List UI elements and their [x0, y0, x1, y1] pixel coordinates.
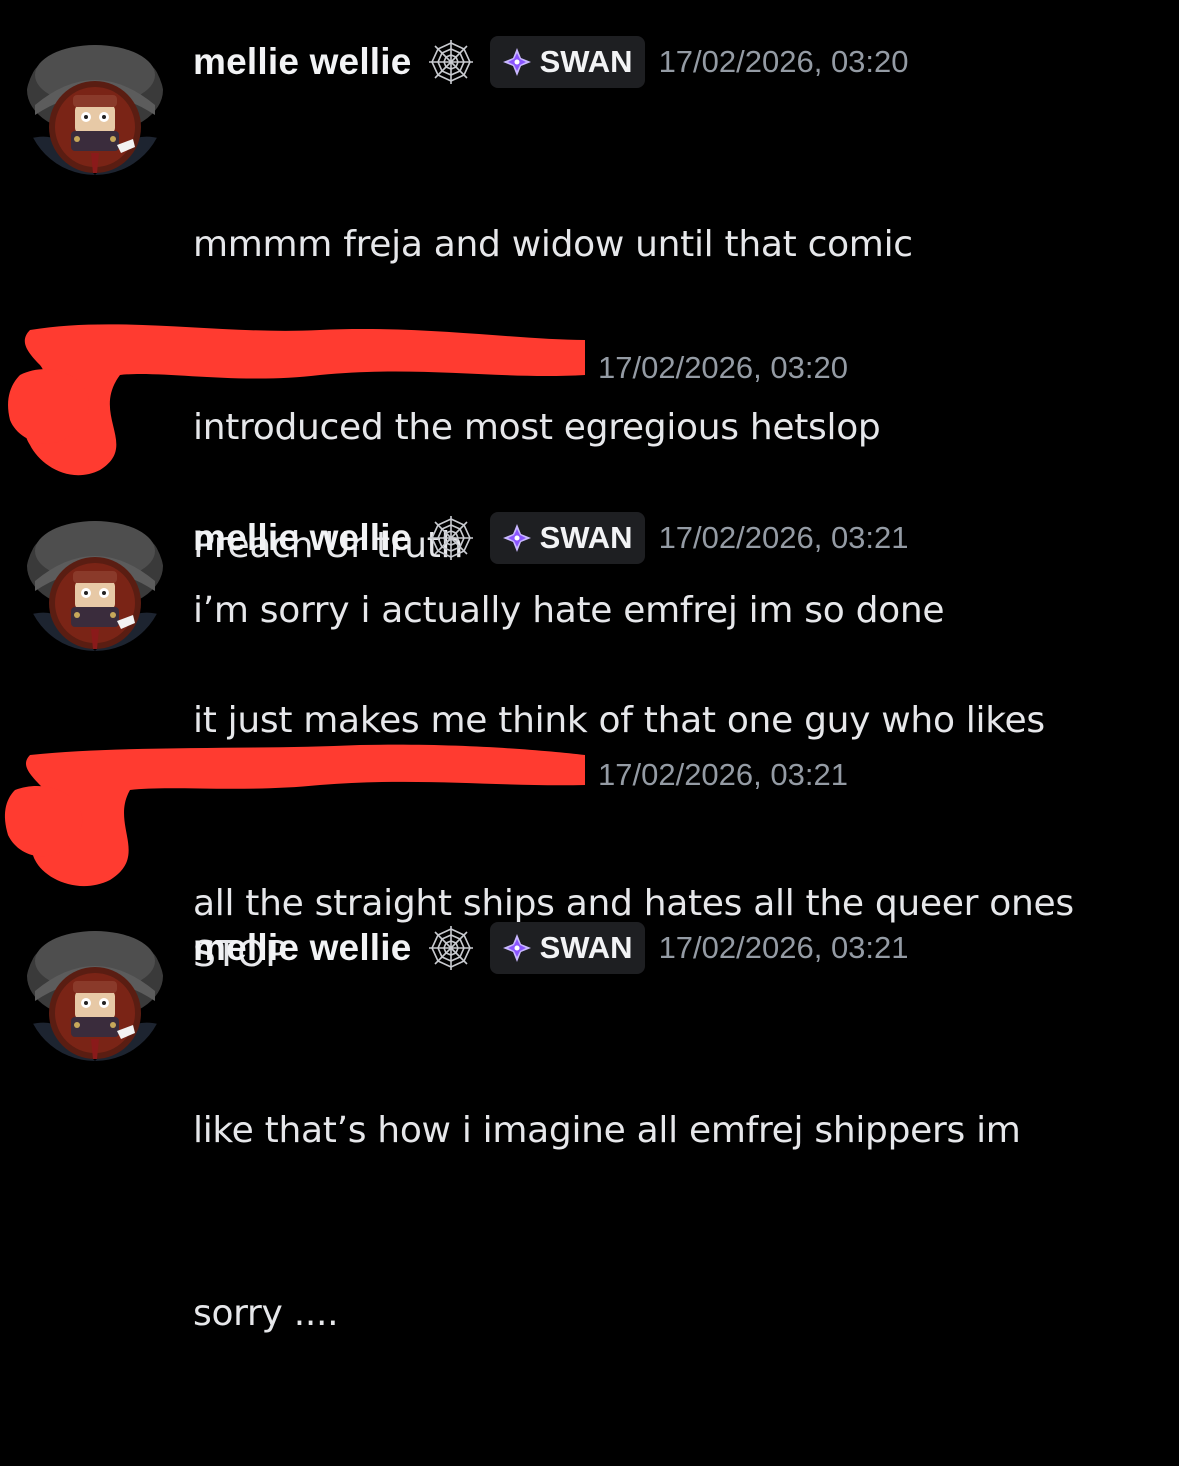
guild-tag-label: SWAN: [539, 930, 633, 965]
message-header: mellie wellie SWAN 17/02/2026, 03:20: [193, 36, 909, 88]
timestamp: 17/02/2026, 03:21: [598, 757, 848, 792]
message-header: mellie wellie SWAN 17/02/2026, 03:21: [193, 512, 909, 564]
message-header: 17/02/2026, 03:21: [598, 750, 848, 800]
spiderweb-icon: [426, 513, 476, 563]
guild-tag-label: SWAN: [539, 520, 633, 555]
timestamp: 17/02/2026, 03:20: [658, 44, 909, 79]
redaction-scribble: [4, 744, 586, 887]
user-avatar[interactable]: [25, 35, 165, 175]
user-avatar[interactable]: [25, 511, 165, 651]
username[interactable]: mellie wellie: [193, 517, 412, 559]
sparkle-icon: [502, 47, 532, 77]
sparkle-icon: [502, 523, 532, 553]
username[interactable]: mellie wellie: [193, 41, 412, 83]
timestamp: 17/02/2026, 03:21: [658, 930, 909, 965]
message-header: mellie wellie SWAN 17/02/2026, 03:21: [193, 922, 909, 974]
message-content: like that’s how i imagine all emfrej shi…: [193, 978, 1021, 1466]
timestamp: 17/02/2026, 03:21: [658, 520, 909, 555]
message-header: 17/02/2026, 03:20: [598, 343, 848, 393]
spiderweb-icon: [426, 923, 476, 973]
sparkle-icon: [502, 933, 532, 963]
guild-tag[interactable]: SWAN: [489, 36, 645, 88]
guild-tag[interactable]: SWAN: [489, 922, 645, 974]
user-avatar[interactable]: [25, 921, 165, 1061]
message-line: mmmm freja and widow until that comic: [193, 224, 913, 265]
timestamp: 17/02/2026, 03:20: [598, 350, 848, 385]
spiderweb-icon: [426, 37, 476, 87]
message-line: sorry ....: [193, 1293, 339, 1334]
guild-tag[interactable]: SWAN: [489, 512, 645, 564]
username[interactable]: mellie wellie: [193, 927, 412, 969]
guild-tag-label: SWAN: [539, 44, 633, 79]
message-line: like that’s how i imagine all emfrej shi…: [193, 1110, 1021, 1151]
